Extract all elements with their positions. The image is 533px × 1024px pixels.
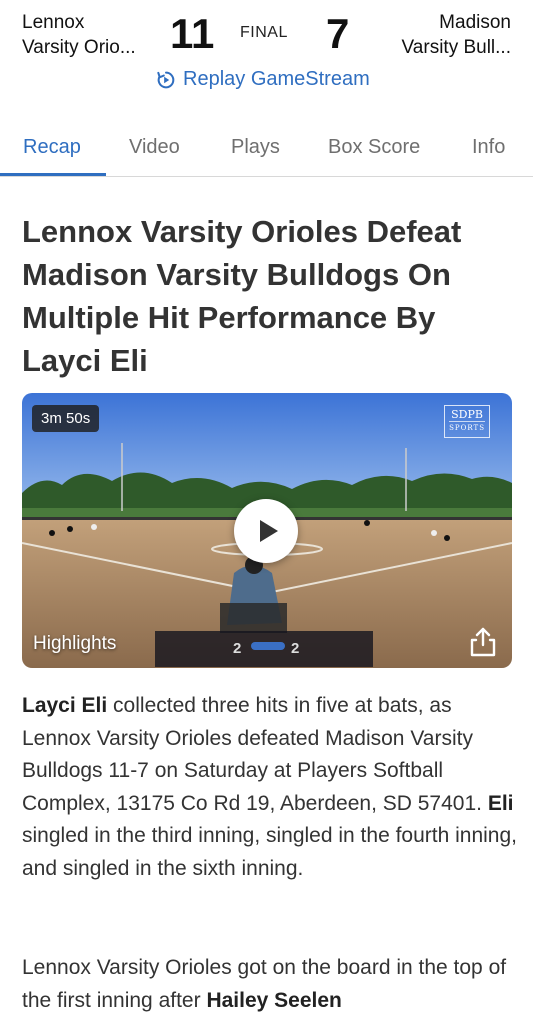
- tab-plays[interactable]: Plays: [231, 136, 280, 159]
- brand-top: SDPB: [451, 408, 483, 421]
- away-score: 7: [326, 10, 350, 57]
- replay-label: Replay GameStream: [183, 68, 370, 90]
- player-name-hailey-seelen[interactable]: Hailey Seelen: [206, 989, 341, 1012]
- article-paragraph-1: Layci Eli collected three hits in five a…: [22, 690, 517, 885]
- video-duration: 3m 50s: [32, 405, 100, 432]
- tab-box-score[interactable]: Box Score: [328, 136, 420, 159]
- replay-gamestream-link[interactable]: Replay GameStream: [155, 68, 370, 91]
- player-name-layci-eli[interactable]: Layci Eli: [22, 694, 107, 717]
- score-header: Lennox Varsity Orio... 11 FINAL 7 Madiso…: [0, 0, 533, 105]
- overlay-score-left: 2: [233, 640, 242, 657]
- overlay-center-bar: [251, 642, 285, 650]
- replay-icon: [157, 71, 175, 88]
- home-team-line2: Varsity Orio...: [22, 37, 136, 58]
- overlay-score-right: 2: [291, 640, 300, 657]
- away-team-line2: Varsity Bull...: [401, 37, 511, 58]
- home-score: 11: [170, 10, 215, 57]
- brand-bottom: SPORTS: [449, 421, 485, 435]
- article-paragraph-2: Lennox Varsity Orioles got on the board …: [22, 952, 517, 1017]
- player-name-eli[interactable]: Eli: [488, 792, 514, 815]
- game-status: FINAL: [240, 24, 288, 41]
- home-team-name[interactable]: Lennox Varsity Orio...: [22, 10, 136, 60]
- home-team-line1: Lennox: [22, 12, 85, 33]
- sdpb-sports-logo: SDPB SPORTS: [444, 405, 490, 438]
- tab-video[interactable]: Video: [129, 136, 180, 159]
- paragraph-1-text-b: singled in the third inning, singled in …: [22, 824, 517, 880]
- tab-bar: Recap Video Plays Box Score Info: [0, 118, 533, 177]
- tab-recap[interactable]: Recap: [23, 136, 81, 159]
- play-button[interactable]: [234, 499, 298, 563]
- tab-info[interactable]: Info: [472, 136, 505, 159]
- video-label: Highlights: [33, 633, 117, 654]
- away-team-line1: Madison: [439, 12, 511, 33]
- article-headline: Lennox Varsity Orioles Defeat Madison Va…: [22, 214, 462, 378]
- video-score-overlay: 2 2: [155, 631, 373, 667]
- highlights-video[interactable]: 3m 50s SDPB SPORTS Highlights 2 2: [22, 393, 512, 668]
- share-icon[interactable]: [466, 625, 500, 659]
- away-team-name[interactable]: Madison Varsity Bull...: [402, 10, 511, 60]
- active-tab-indicator: [0, 173, 106, 176]
